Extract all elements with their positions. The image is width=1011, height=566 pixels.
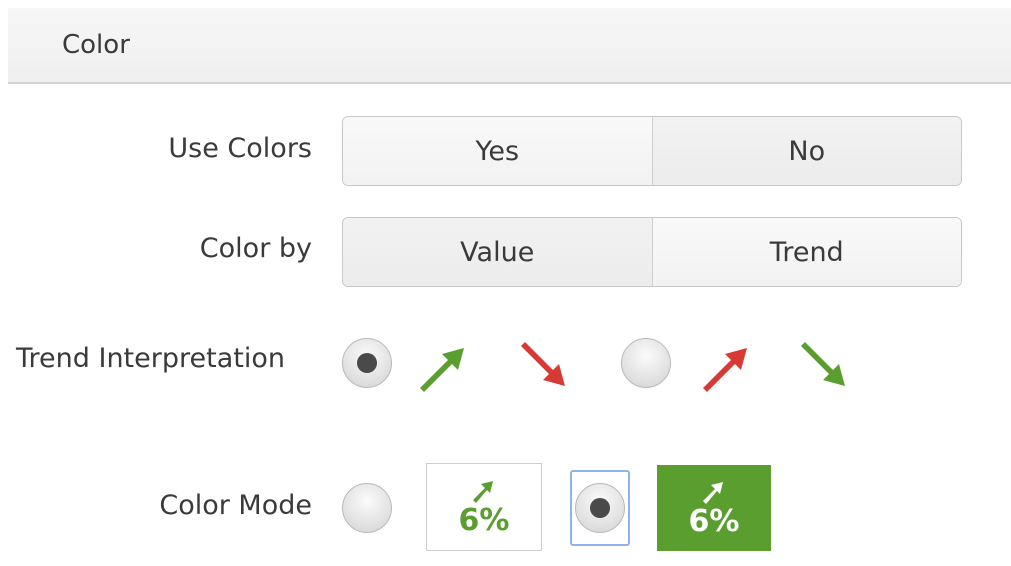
use-colors-no-button[interactable]: No	[651, 117, 961, 185]
use-colors-label: Use Colors	[168, 133, 312, 164]
section-header: Color	[8, 8, 1011, 84]
arrow-up-right-icon	[703, 482, 723, 504]
color-mode-background-preview: 6%	[657, 465, 771, 551]
preview-value: 6%	[458, 503, 510, 538]
arrow-up-right-icon	[473, 481, 493, 503]
color-mode-background-radio[interactable]	[575, 483, 625, 533]
trend-option-red-up-radio[interactable]	[621, 338, 671, 388]
section-title: Color	[62, 30, 130, 60]
color-mode-text-radio[interactable]	[342, 483, 392, 533]
use-colors-toggle: Yes No	[342, 116, 962, 186]
color-by-label: Color by	[199, 233, 312, 264]
arrow-down-right-icon	[801, 342, 845, 386]
radio-selected-dot	[357, 353, 377, 373]
trend-interpretation-label: Trend Interpretation	[16, 343, 285, 374]
color-mode-text-preview: 6%	[426, 463, 542, 551]
color-by-trend-button[interactable]: Trend	[651, 218, 961, 286]
trend-option-green-up-radio[interactable]	[342, 338, 392, 388]
arrow-down-right-icon	[521, 342, 565, 386]
color-by-value-button[interactable]: Value	[343, 218, 652, 286]
preview-value: 6%	[688, 504, 740, 539]
arrow-up-right-icon	[703, 348, 747, 392]
color-by-toggle: Value Trend	[342, 217, 962, 287]
arrow-up-right-icon	[420, 348, 464, 392]
radio-selected-dot	[590, 498, 610, 518]
color-mode-label: Color Mode	[159, 490, 312, 521]
use-colors-yes-button[interactable]: Yes	[343, 117, 652, 185]
